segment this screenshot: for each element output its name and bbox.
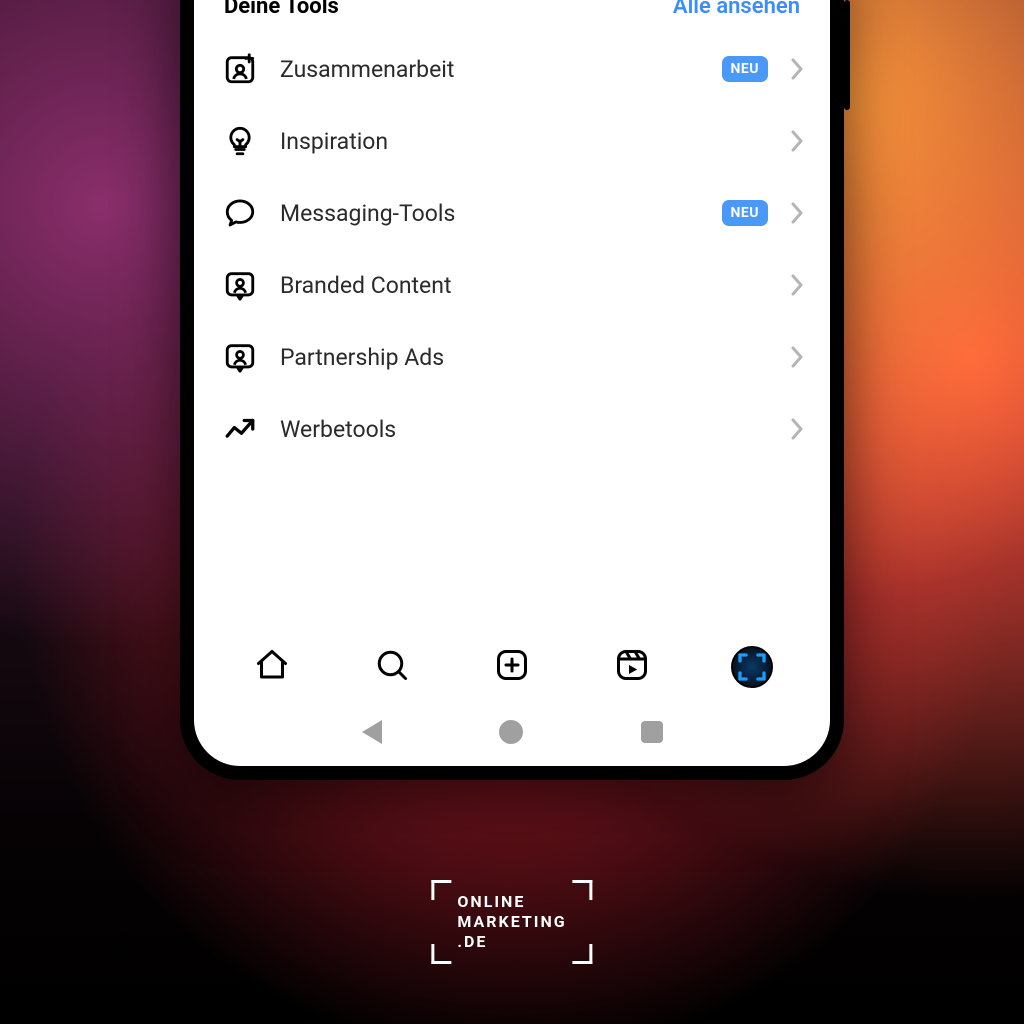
- chevron-right-icon: [790, 418, 804, 440]
- tool-label: Branded Content: [280, 272, 768, 299]
- tool-label: Messaging-Tools: [280, 200, 700, 227]
- plus-square-icon: [494, 647, 530, 687]
- tools-list: Zusammenarbeit NEU Inspiration Messaging-To…: [194, 33, 830, 465]
- create-tab[interactable]: [490, 645, 534, 689]
- section-title: Deine Tools: [224, 0, 339, 19]
- brand-line-3: .DE: [457, 932, 566, 952]
- chevron-right-icon: [790, 58, 804, 80]
- android-system-nav: [194, 704, 830, 766]
- search-tab[interactable]: [370, 645, 414, 689]
- system-recents-button[interactable]: [641, 721, 663, 743]
- branded-icon: [222, 267, 258, 303]
- app-bottom-nav: [194, 628, 830, 704]
- section-header: Deine Tools Alle ansehen: [194, 0, 830, 33]
- trend-icon: [222, 411, 258, 447]
- chevron-right-icon: [790, 274, 804, 296]
- bulb-icon: [222, 123, 258, 159]
- promo-stage: Deine Tools Alle ansehen Zusammenarbeit N…: [0, 0, 1024, 1024]
- profile-avatar-icon: [731, 646, 773, 688]
- tool-row-branded[interactable]: Branded Content: [194, 249, 830, 321]
- tool-row-branded[interactable]: Partnership Ads: [194, 321, 830, 393]
- square-recents-icon: [641, 721, 663, 743]
- reels-tab[interactable]: [610, 645, 654, 689]
- brand-logo: ONLINE MARKETING .DE: [431, 880, 592, 964]
- tool-label: Werbetools: [280, 416, 768, 443]
- collab-icon: [222, 51, 258, 87]
- system-back-button[interactable]: [362, 720, 382, 744]
- see-all-link[interactable]: Alle ansehen: [673, 0, 800, 19]
- new-badge: NEU: [722, 200, 768, 226]
- circle-home-icon: [499, 720, 523, 744]
- phone-frame: Deine Tools Alle ansehen Zusammenarbeit N…: [180, 0, 844, 780]
- home-tab[interactable]: [250, 645, 294, 689]
- chevron-right-icon: [790, 346, 804, 368]
- brand-line-1: ONLINE: [457, 892, 566, 912]
- triangle-back-icon: [362, 720, 382, 744]
- chat-icon: [222, 195, 258, 231]
- phone-side-button: [844, 0, 850, 110]
- tool-row-chat[interactable]: Messaging-Tools NEU: [194, 177, 830, 249]
- profile-tab[interactable]: [730, 645, 774, 689]
- branded-icon: [222, 339, 258, 375]
- tool-label: Inspiration: [280, 128, 768, 155]
- tool-label: Partnership Ads: [280, 344, 768, 371]
- chevron-right-icon: [790, 130, 804, 152]
- tool-row-collab[interactable]: Zusammenarbeit NEU: [194, 33, 830, 105]
- new-badge: NEU: [722, 56, 768, 82]
- tool-row-trend[interactable]: Werbetools: [194, 393, 830, 465]
- search-icon: [374, 647, 410, 687]
- system-home-button[interactable]: [499, 720, 523, 744]
- chevron-right-icon: [790, 202, 804, 224]
- reels-icon: [614, 647, 650, 687]
- tool-row-bulb[interactable]: Inspiration: [194, 105, 830, 177]
- brand-line-2: MARKETING: [457, 912, 566, 932]
- phone-screen: Deine Tools Alle ansehen Zusammenarbeit N…: [194, 0, 830, 766]
- tool-label: Zusammenarbeit: [280, 56, 700, 83]
- home-icon: [254, 647, 290, 687]
- tools-section: Deine Tools Alle ansehen Zusammenarbeit N…: [194, 0, 830, 628]
